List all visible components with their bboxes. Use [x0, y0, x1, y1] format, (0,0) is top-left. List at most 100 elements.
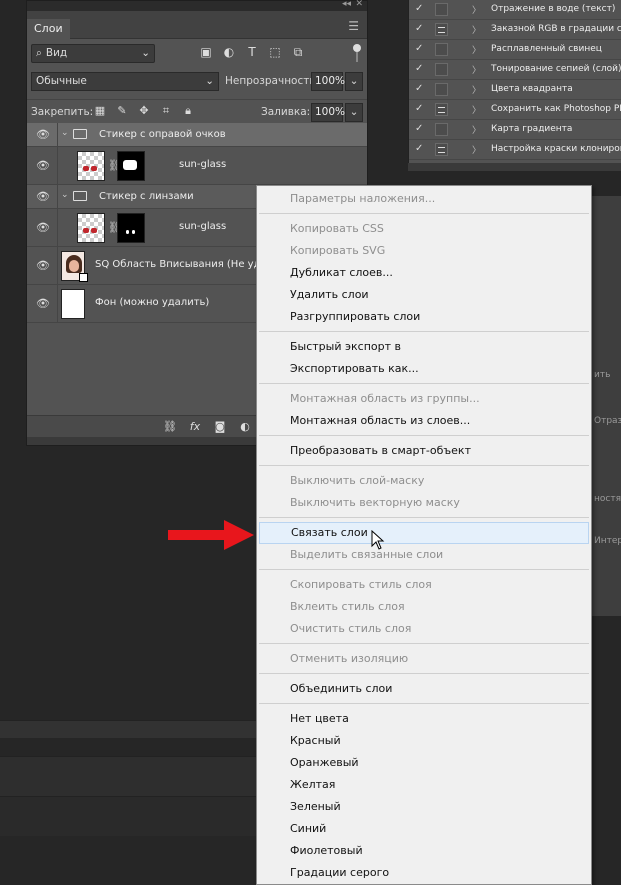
- dialog-toggle-icon[interactable]: [435, 143, 448, 156]
- check-icon[interactable]: ✓: [415, 103, 423, 114]
- menu-item-quick-export[interactable]: Быстрый экспорт в: [257, 336, 591, 358]
- lock-move-icon[interactable]: ✥: [137, 104, 151, 118]
- fill-input[interactable]: 100%: [311, 103, 345, 122]
- action-item[interactable]: ✓ 〉 Настройка краски клонирова: [409, 140, 621, 160]
- smart-object-filter-icon[interactable]: ⧉: [291, 45, 305, 59]
- layer-row[interactable]: 👁︎ ⛓ sun-glass: [27, 147, 367, 185]
- link-layers-icon[interactable]: ⛓: [163, 419, 177, 435]
- chevron-right-icon[interactable]: 〉: [472, 143, 481, 156]
- menu-item-color-blue[interactable]: Синий: [257, 818, 591, 840]
- shape-filter-icon[interactable]: ⬚: [268, 45, 282, 59]
- add-mask-icon[interactable]: ◙: [213, 419, 227, 435]
- dialog-toggle-icon[interactable]: [435, 83, 448, 96]
- menu-item-merge-layers[interactable]: Объединить слои: [257, 678, 591, 700]
- chevron-right-icon[interactable]: 〉: [472, 3, 481, 16]
- eye-icon[interactable]: 👁︎: [36, 159, 50, 172]
- action-item[interactable]: ✓ 〉 Заказной RGB в градации серого: [409, 20, 621, 40]
- eye-icon[interactable]: 👁︎: [36, 259, 50, 272]
- layer-group-row[interactable]: 👁︎ ⌄ Стикер с оправой очков: [27, 123, 367, 147]
- menu-item-color-gray[interactable]: Градации серого: [257, 862, 591, 884]
- panel-menu-icon[interactable]: ☰: [348, 19, 359, 33]
- menu-item-disable-layer-mask[interactable]: Выключить слой-маску: [257, 470, 591, 492]
- lock-brush-icon[interactable]: ✎: [115, 104, 129, 118]
- menu-item-artboard-from-layers[interactable]: Монтажная область из слоев...: [257, 410, 591, 432]
- menu-item-blending-options[interactable]: Параметры наложения...: [257, 188, 591, 210]
- action-item[interactable]: ✓ 〉 Тонирование сепией (слой): [409, 60, 621, 80]
- filter-toggle[interactable]: [353, 44, 361, 64]
- collapse-icon[interactable]: ◂◂: [342, 0, 351, 9]
- menu-item-color-orange[interactable]: Оранжевый: [257, 752, 591, 774]
- check-icon[interactable]: ✓: [415, 143, 423, 154]
- action-item[interactable]: ✓ 〉 Расплавленный свинец: [409, 40, 621, 60]
- menu-item-delete-layers[interactable]: Удалить слои: [257, 284, 591, 306]
- eye-icon[interactable]: 👁︎: [36, 128, 50, 141]
- layer-filter-select[interactable]: ⌕ Вид ⌄: [31, 44, 155, 63]
- lock-all-icon[interactable]: 🔒︎: [181, 104, 195, 118]
- image-filter-icon[interactable]: ▣: [199, 45, 213, 59]
- menu-item-duplicate-layers[interactable]: Дубликат слоев...: [257, 262, 591, 284]
- check-icon[interactable]: ✓: [415, 23, 423, 34]
- menu-item-copy-svg[interactable]: Копировать SVG: [257, 240, 591, 262]
- dialog-toggle-icon[interactable]: [435, 23, 448, 36]
- menu-item-paste-layer-style[interactable]: Вклеить стиль слоя: [257, 596, 591, 618]
- menu-item-color-none[interactable]: Нет цвета: [257, 708, 591, 730]
- menu-item-convert-smart-object[interactable]: Преобразовать в смарт-объект: [257, 440, 591, 462]
- type-filter-icon[interactable]: T: [245, 45, 259, 59]
- dialog-toggle-icon[interactable]: [435, 123, 448, 136]
- lock-transparency-icon[interactable]: ▦: [93, 104, 107, 118]
- panel-title-bar[interactable]: ◂◂ ✕: [27, 0, 367, 11]
- menu-item-color-green[interactable]: Зеленый: [257, 796, 591, 818]
- chevron-right-icon[interactable]: 〉: [472, 103, 481, 116]
- chevron-right-icon[interactable]: 〉: [472, 43, 481, 56]
- blend-mode-select[interactable]: Обычные ⌄: [31, 72, 219, 91]
- footer-icons: ⛓ fx ◙ ◐: [163, 419, 252, 435]
- menu-item-clear-layer-style[interactable]: Очистить стиль слоя: [257, 618, 591, 640]
- fill-dropdown-icon[interactable]: ⌄: [345, 103, 363, 122]
- check-icon[interactable]: ✓: [415, 83, 423, 94]
- check-icon[interactable]: ✓: [415, 3, 423, 14]
- menu-item-color-violet[interactable]: Фиолетовый: [257, 840, 591, 862]
- dialog-toggle-icon[interactable]: [435, 3, 448, 16]
- expand-chevron-icon[interactable]: ⌄: [61, 190, 69, 200]
- opacity-input[interactable]: 100%: [311, 72, 345, 91]
- menu-item-disable-vector-mask[interactable]: Выключить векторную маску: [257, 492, 591, 514]
- menu-item-export-as[interactable]: Экспортировать как...: [257, 358, 591, 380]
- check-icon[interactable]: ✓: [415, 43, 423, 54]
- lock-artboard-icon[interactable]: ⌗: [159, 104, 173, 118]
- opacity-dropdown-icon[interactable]: ⌄: [345, 72, 363, 91]
- eye-icon[interactable]: 👁︎: [36, 221, 50, 234]
- menu-item-artboard-from-group[interactable]: Монтажная область из группы...: [257, 388, 591, 410]
- adjustment-layer-icon[interactable]: ◐: [238, 419, 252, 435]
- menu-item-ungroup-layers[interactable]: Разгруппировать слои: [257, 306, 591, 328]
- expand-chevron-icon[interactable]: ⌄: [61, 128, 69, 138]
- fx-icon[interactable]: fx: [188, 419, 202, 435]
- eye-icon[interactable]: 👁︎: [36, 297, 50, 310]
- menu-item-release-isolation[interactable]: Отменить изоляцию: [257, 648, 591, 670]
- eye-icon[interactable]: 👁︎: [36, 190, 50, 203]
- chevron-right-icon[interactable]: 〉: [472, 123, 481, 136]
- menu-item-color-yellow[interactable]: Желтая: [257, 774, 591, 796]
- tab-layers[interactable]: Слои: [27, 19, 70, 39]
- dialog-toggle-icon[interactable]: [435, 103, 448, 116]
- action-item[interactable]: ✓ 〉 Карта градиента: [409, 120, 621, 140]
- chevron-right-icon[interactable]: 〉: [472, 23, 481, 36]
- check-icon[interactable]: ✓: [415, 123, 423, 134]
- action-item[interactable]: ✓ 〉 Отражение в воде (текст): [409, 0, 621, 20]
- menu-item-color-red[interactable]: Красный: [257, 730, 591, 752]
- adjustment-filter-icon[interactable]: ◐: [222, 45, 236, 59]
- action-item[interactable]: ✓ 〉 Сохранить как Photoshop PDF: [409, 100, 621, 120]
- chevron-right-icon[interactable]: 〉: [472, 63, 481, 76]
- dialog-toggle-icon[interactable]: [435, 63, 448, 76]
- menu-item-link-layers[interactable]: Связать слои: [259, 522, 589, 544]
- menu-item-copy-layer-style[interactable]: Скопировать стиль слоя: [257, 574, 591, 596]
- action-item[interactable]: ✓ 〉 Цвета квадранта: [409, 80, 621, 100]
- action-label: Карта градиента: [491, 124, 573, 134]
- check-icon[interactable]: ✓: [415, 63, 423, 74]
- layer-mask-thumbnail[interactable]: [117, 151, 145, 181]
- dialog-toggle-icon[interactable]: [435, 43, 448, 56]
- layer-mask-thumbnail[interactable]: [117, 213, 145, 243]
- menu-item-copy-css[interactable]: Копировать CSS: [257, 218, 591, 240]
- close-icon[interactable]: ✕: [355, 0, 363, 9]
- chevron-right-icon[interactable]: 〉: [472, 83, 481, 96]
- menu-item-select-linked-layers[interactable]: Выделить связанные слои: [257, 544, 591, 566]
